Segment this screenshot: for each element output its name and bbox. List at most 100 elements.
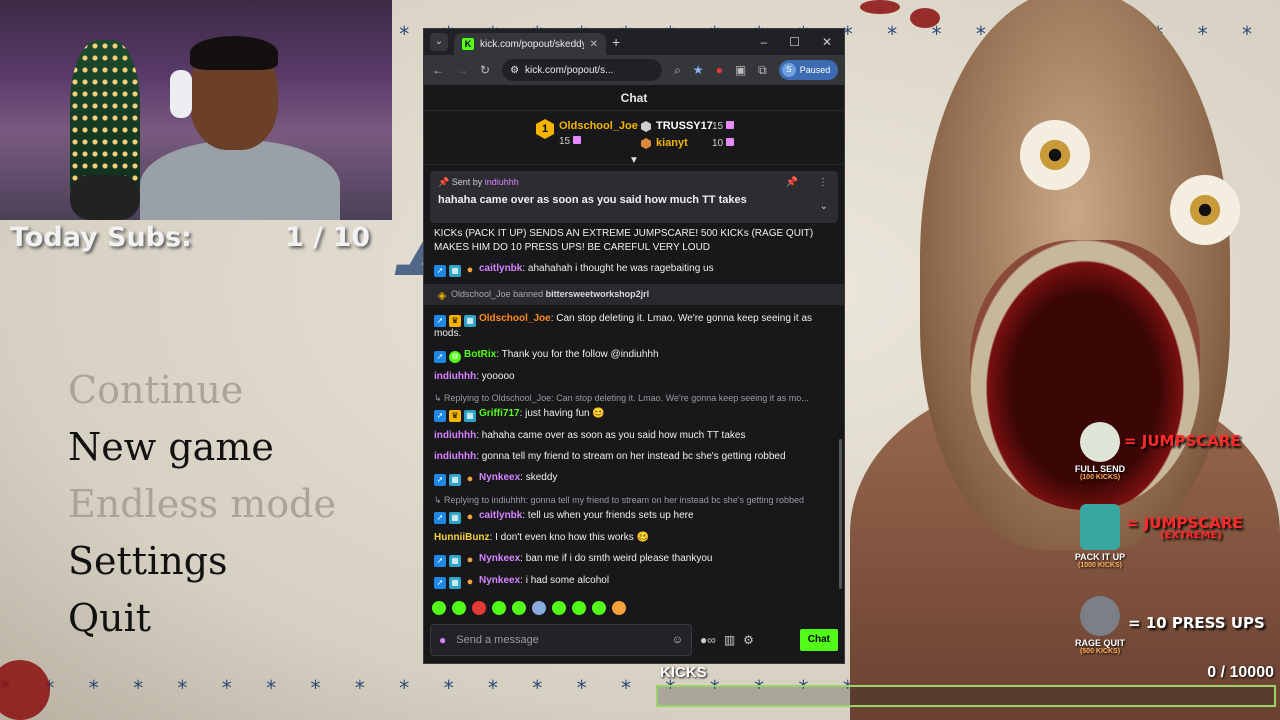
profile-status: Paused: [799, 65, 831, 75]
leader-third-name[interactable]: kianyt: [656, 137, 688, 149]
extension-icon[interactable]: ●: [716, 63, 723, 77]
chat-username[interactable]: Griffi717: [479, 408, 520, 419]
sent-by-user[interactable]: indiuhhh: [485, 177, 519, 187]
pinned-text: hahaha came over as soon as you said how…: [438, 194, 747, 206]
microphone-icon[interactable]: ●: [439, 633, 446, 647]
chat-username[interactable]: Nynkeex: [479, 553, 520, 564]
emote-icon[interactable]: [532, 601, 546, 615]
chat-scrollbar[interactable]: [839, 439, 842, 589]
minimize-icon[interactable]: –: [760, 35, 767, 49]
new-tab-icon[interactable]: +: [612, 34, 620, 50]
chat-username[interactable]: Nynkeex: [479, 472, 520, 483]
chat-username[interactable]: indiuhhh: [434, 371, 476, 382]
emote-icon[interactable]: [572, 601, 586, 615]
extension-icon[interactable]: ▣: [735, 63, 746, 77]
extensions-puzzle-icon[interactable]: ⧉: [758, 63, 767, 78]
emote-icon[interactable]: [492, 601, 506, 615]
chat-username[interactable]: caitlynbk: [479, 263, 522, 274]
tab-close-icon[interactable]: ✕: [590, 39, 598, 50]
emote-icon[interactable]: [612, 601, 626, 615]
chat-header: Chat: [424, 85, 844, 111]
send-chat-button[interactable]: Chat: [799, 629, 838, 651]
emote-icon[interactable]: [452, 601, 466, 615]
chat-message: ➚ ⚙ BotRix: Thank you for the follow @indi…: [434, 348, 834, 363]
store-icon[interactable]: ▥: [724, 633, 735, 647]
browser-tab[interactable]: K kick.com/popout/skeddyk/chat ✕: [454, 33, 606, 55]
kick-favicon-icon: K: [462, 38, 474, 50]
tab-search-icon[interactable]: ⌄: [430, 33, 448, 51]
site-info-icon[interactable]: ⚙: [510, 65, 519, 76]
chat-username[interactable]: indiuhhh: [434, 451, 476, 462]
og-badge-icon: ▦: [449, 265, 461, 277]
settings-gear-icon[interactable]: ⚙: [743, 633, 754, 647]
reply-context[interactable]: ↳ Replying to indiuhhh: gonna tell my fr…: [434, 493, 834, 507]
microphone: [70, 175, 140, 220]
leader-second-name[interactable]: TRUSSY17: [656, 120, 713, 132]
gift-badge-icon: ●: [466, 264, 474, 276]
emote-icon[interactable]: [432, 601, 446, 615]
menu-settings[interactable]: Settings: [68, 533, 336, 590]
kicks-icon[interactable]: ●∞: [700, 633, 716, 647]
chat-username[interactable]: indiuhhh: [434, 430, 476, 441]
ban-moderator[interactable]: Oldschool_Joe: [451, 289, 511, 299]
emote-icon[interactable]: [592, 601, 606, 615]
gift-badge-icon: ●: [466, 473, 474, 485]
profile-button[interactable]: S Paused: [778, 60, 839, 80]
emote-icon[interactable]: [472, 601, 486, 615]
chat-username[interactable]: BotRix: [464, 349, 496, 360]
address-bar[interactable]: ⚙ kick.com/popout/s...: [502, 59, 663, 81]
chat-username[interactable]: Nynkeex: [479, 575, 520, 586]
chat-message: ➚ ♛ ▦ Oldschool_Joe: Can stop deleting it. …: [434, 312, 834, 341]
emote-icon[interactable]: [512, 601, 526, 615]
menu-endless-mode: Endless mode: [68, 482, 336, 526]
expand-chevron-icon[interactable]: ⌄: [820, 201, 828, 212]
headset-icon: [170, 70, 192, 118]
og-badge-icon: ▦: [449, 474, 461, 486]
blood-splatter: [0, 660, 50, 720]
browser-toolbar: ← → ↻ ⚙ kick.com/popout/s... ⌕ ★ ● ▣ ⧉ S…: [424, 55, 844, 85]
chat-text: : gonna tell my friend to stream on her …: [476, 451, 786, 462]
chat-username[interactable]: Oldschool_Joe: [479, 313, 551, 324]
address-text: kick.com/popout/s...: [525, 64, 614, 76]
crown-badge-icon: ♛: [449, 315, 461, 327]
reload-icon[interactable]: ↻: [480, 63, 490, 77]
emoji-picker-icon[interactable]: ☺: [672, 634, 683, 646]
maximize-icon[interactable]: ☐: [789, 35, 800, 49]
og-badge-icon: ▦: [464, 315, 476, 327]
tab-bar: ⌄ K kick.com/popout/skeddyk/chat ✕ + – ☐…: [424, 29, 844, 55]
menu-new-game[interactable]: New game: [68, 419, 336, 476]
chat-message: indiuhhh: hahaha came over as soon as yo…: [434, 429, 834, 443]
profile-avatar: S: [781, 63, 796, 77]
message-input[interactable]: ● Send a message ☺: [430, 624, 692, 656]
monster-eye: [1170, 175, 1240, 245]
ban-target[interactable]: bittersweetworkshop2jrl: [546, 289, 650, 299]
bookmark-star-icon[interactable]: ★: [693, 63, 704, 77]
chat-text: : just having fun: [519, 408, 590, 419]
window-controls: – ☐ ✕: [760, 35, 838, 49]
chat-message: indiuhhh: yooooo: [434, 370, 834, 384]
emote-icon[interactable]: [552, 601, 566, 615]
zoom-icon[interactable]: ⌕: [674, 63, 681, 78]
chat-text: : ban me if i do smth weird please thank…: [520, 553, 713, 564]
menu-quit[interactable]: Quit: [68, 590, 336, 647]
gift-badge-icon: ●: [466, 554, 474, 566]
browser-window: ⌄ K kick.com/popout/skeddyk/chat ✕ + – ☐…: [423, 28, 845, 664]
leader-first-name[interactable]: Oldschool_Joe: [559, 120, 638, 132]
pin-icon[interactable]: 📌: [786, 177, 798, 188]
chat-username[interactable]: HunniiBunz: [434, 532, 490, 543]
collapse-chevron-icon[interactable]: ▼: [628, 155, 640, 166]
og-badge-icon: ▦: [449, 512, 461, 524]
chat-text: : tell us when your friends sets up here: [522, 510, 694, 521]
emoji-icon: 😊: [592, 408, 605, 419]
og-badge-icon: ▦: [449, 577, 461, 589]
reward-name: RAGE QUIT: [1074, 638, 1125, 648]
chat-username[interactable]: caitlynbk: [479, 510, 522, 521]
close-window-icon[interactable]: ✕: [822, 35, 832, 49]
back-icon[interactable]: ←: [432, 63, 444, 77]
og-badge-icon: ▦: [449, 555, 461, 567]
more-options-icon[interactable]: ⋮: [818, 177, 828, 188]
reply-context[interactable]: ↳ Replying to Oldschool_Joe: Can stop de…: [434, 391, 834, 405]
menu-continue: Continue: [68, 368, 244, 412]
forward-icon[interactable]: →: [456, 63, 468, 77]
coin-icon: [1080, 596, 1120, 636]
